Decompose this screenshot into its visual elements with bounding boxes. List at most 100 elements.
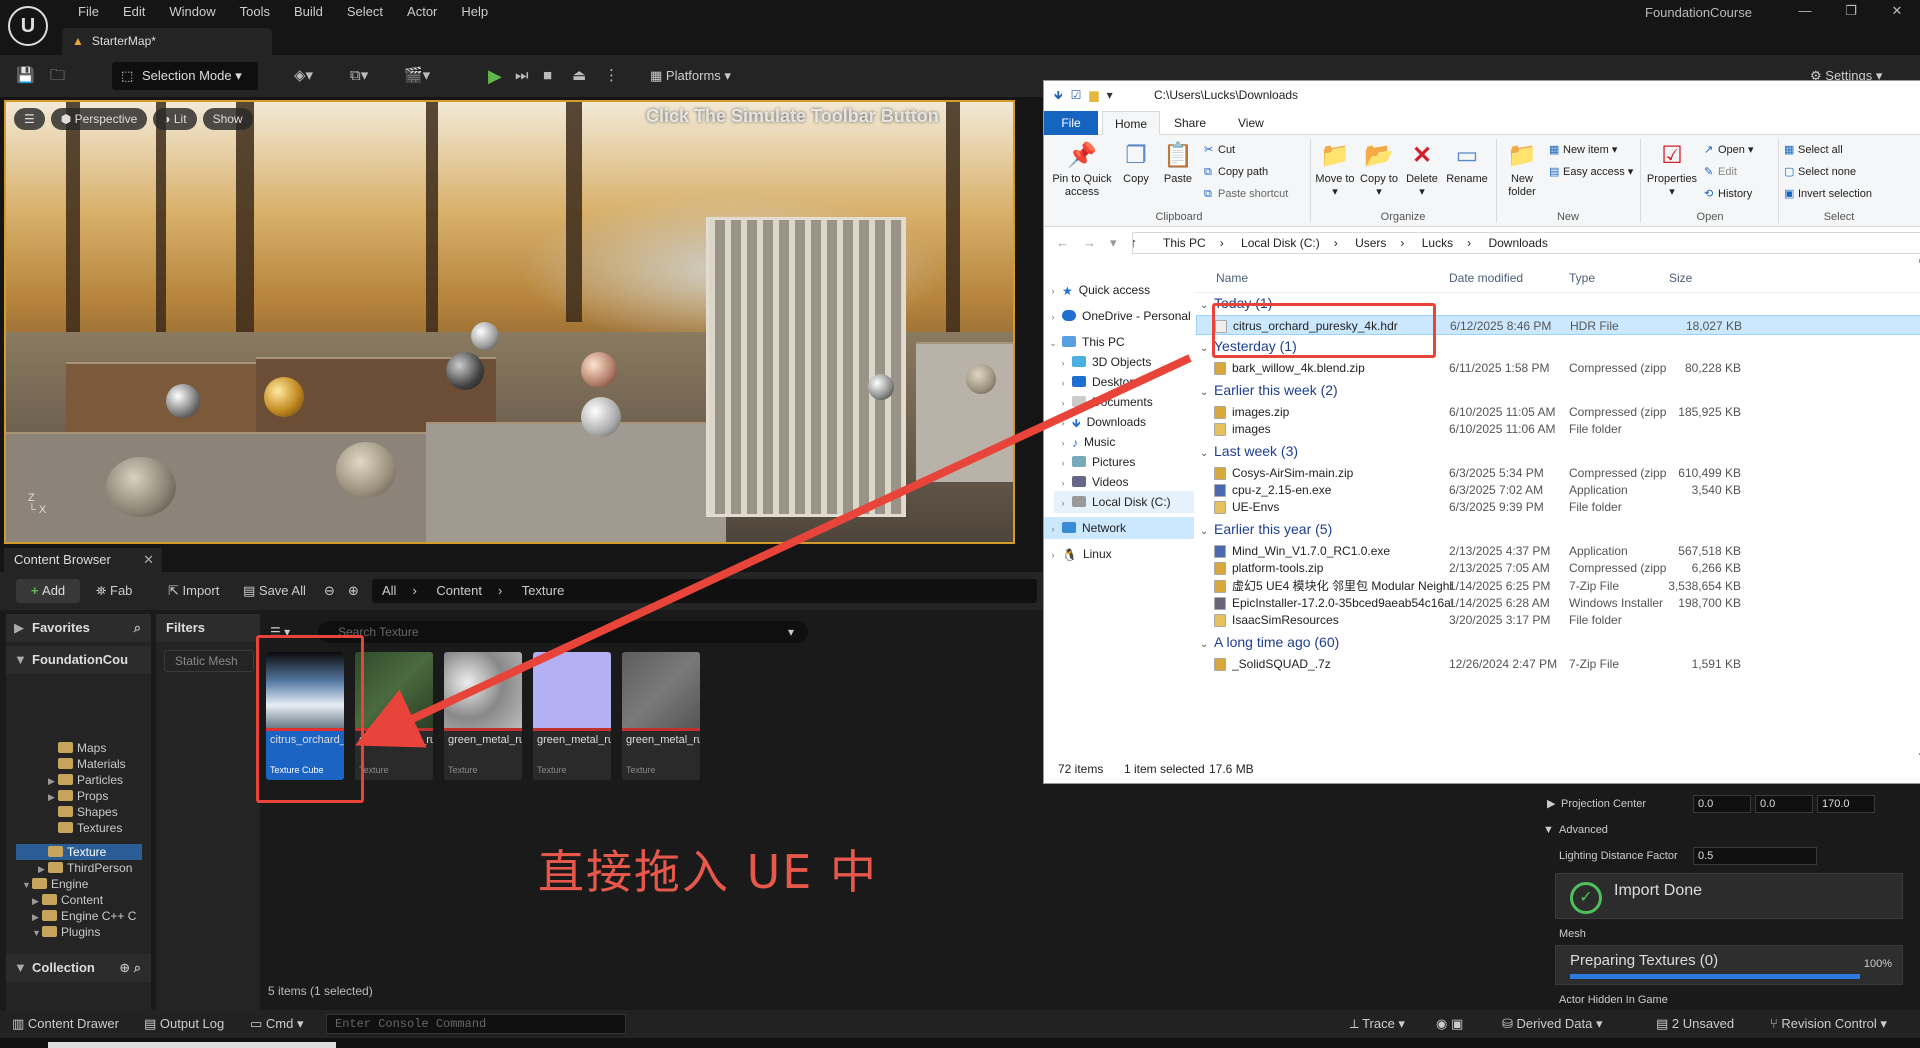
search-texture-input[interactable]: Search Texture <box>318 621 808 643</box>
menu-select[interactable]: Select <box>335 3 395 21</box>
open-button[interactable]: ↗ Open ▾ <box>1704 143 1754 157</box>
column-size[interactable]: Size <box>1669 263 1692 293</box>
path-all[interactable]: All <box>382 583 396 598</box>
import-done-toast[interactable]: ✓ Import Done <box>1555 873 1903 919</box>
revision-control-dropdown[interactable]: ⑂ Revision Control ▾ <box>1770 1010 1887 1038</box>
ribbon-tab-home[interactable]: Home <box>1102 111 1161 135</box>
content-drawer-button[interactable]: ▥ Content Drawer <box>12 1010 119 1038</box>
close-icon[interactable]: ✕ <box>143 548 154 572</box>
trace-dropdown[interactable]: ⟂ Trace ▾ <box>1350 1010 1405 1038</box>
level-tab[interactable]: ▲ StarterMap* <box>62 28 272 55</box>
more-options-icon[interactable]: ⋮ <box>604 65 619 87</box>
copy-to-button[interactable]: 📂 Copy to ▾ <box>1358 141 1400 199</box>
properties-check-icon[interactable]: ☑ <box>1071 81 1082 109</box>
copy-path-button[interactable]: ⧉ Copy path <box>1204 165 1268 179</box>
blueprint-icon[interactable]: ⧉▾ <box>350 65 368 87</box>
unsaved-button[interactable]: ▤ 2 Unsaved <box>1656 1010 1734 1038</box>
save-icon[interactable]: 💾 <box>16 65 35 87</box>
asset-tile[interactable]: green_metal_rust_disp_4k Texture <box>444 652 522 780</box>
rename-button[interactable]: ▭ Rename <box>1444 141 1490 186</box>
history-button[interactable]: ⟲ History <box>1704 187 1752 201</box>
move-to-button[interactable]: 📁 Move to ▾ <box>1314 141 1356 199</box>
ribbon-tab-file[interactable]: File <box>1044 111 1098 135</box>
menu-window[interactable]: Window <box>157 3 227 21</box>
sphere-actor[interactable] <box>446 352 484 390</box>
crumb-lucks[interactable]: Lucks <box>1422 236 1453 250</box>
file-row[interactable]: bark_willow_4k.blend.zip 6/11/2025 1:58 P… <box>1196 358 1920 378</box>
easy-access-button[interactable]: ▤ Easy access ▾ <box>1549 165 1633 179</box>
path-content[interactable]: Content <box>436 583 482 598</box>
projection-y-input[interactable]: 0.0 <box>1755 795 1813 813</box>
play-icon[interactable]: ▶ <box>488 65 502 87</box>
level-viewport[interactable]: ☰ ⬢ Perspective ◑ Lit Show Click The Sim… <box>4 100 1015 544</box>
sphere-actor[interactable] <box>166 384 200 418</box>
sphere-actor[interactable] <box>581 352 617 388</box>
nav-3d-objects[interactable]: › 3D Objects <box>1054 351 1204 373</box>
asset-tile[interactable]: green_metal_rust_rough_4k Texture <box>622 652 700 780</box>
unreal-logo-icon[interactable]: U <box>8 6 48 46</box>
history-forward-icon[interactable]: ⊕ <box>348 579 359 603</box>
derived-data-dropdown[interactable]: ⛁ Derived Data ▾ <box>1502 1010 1603 1038</box>
sphere-actor[interactable] <box>581 397 621 437</box>
new-item-button[interactable]: ▦ New item ▾ <box>1549 143 1617 157</box>
path-texture[interactable]: Texture <box>522 583 565 598</box>
tree-item-materials[interactable]: Materials <box>58 756 126 772</box>
paste-button[interactable]: 📋 Paste <box>1158 141 1198 186</box>
nav-this-pc[interactable]: ⌄ This PC <box>1044 331 1194 353</box>
file-row[interactable]: UE-Envs 6/3/2025 9:39 PM File folder <box>1196 497 1920 517</box>
tree-item-engine-content[interactable]: ▶ Content <box>32 892 103 908</box>
selection-mode-dropdown[interactable]: ⬚ Selection Mode ▾ <box>112 62 258 90</box>
static-mesh-filter[interactable]: Static Mesh <box>164 650 254 672</box>
back-arrow-icon[interactable]: ← <box>1056 235 1083 250</box>
menu-tools[interactable]: Tools <box>228 3 282 21</box>
address-breadcrumb[interactable]: This PC › Local Disk (C:) › Users › Lucks › … <box>1132 232 1920 254</box>
asset-tile[interactable]: green_metal_rust_diff_4k Texture <box>355 652 433 780</box>
sphere-actor[interactable] <box>868 374 894 400</box>
tree-item-texture[interactable]: Texture <box>48 844 106 860</box>
menu-help[interactable]: Help <box>449 3 500 21</box>
asset-tile[interactable]: green_metal_rust_nor_gl_4k Texture <box>533 652 611 780</box>
chevron-down-icon[interactable]: ▾ <box>1110 235 1131 250</box>
nav-network[interactable]: › Network <box>1044 517 1194 539</box>
minimize-icon[interactable]: — <box>1782 0 1828 22</box>
nav-videos[interactable]: › Videos <box>1054 471 1204 493</box>
projection-x-input[interactable]: 0.0 <box>1693 795 1751 813</box>
delete-button[interactable]: ✕ Delete ▾ <box>1402 141 1442 199</box>
add-search-icon[interactable]: ⊕ ⌕ <box>119 954 141 982</box>
rock-actor[interactable] <box>966 364 996 394</box>
viewport-menu-button[interactable]: ☰ <box>14 108 45 130</box>
house-structure[interactable] <box>706 217 906 517</box>
select-none-button[interactable]: ▢ Select none <box>1784 165 1856 179</box>
project-root-section[interactable]: ▼ FoundationCou <box>6 646 151 674</box>
cmd-dropdown[interactable]: ▭ Cmd ▾ <box>250 1010 304 1038</box>
column-name[interactable]: Name <box>1216 263 1248 293</box>
nav-quick-access[interactable]: › ★ Quick access <box>1044 279 1194 301</box>
sphere-actor[interactable] <box>471 322 499 350</box>
edit-button[interactable]: ✎ Edit <box>1704 165 1737 179</box>
tree-item-maps[interactable]: Maps <box>58 740 106 756</box>
menu-file[interactable]: File <box>66 3 111 21</box>
nav-documents[interactable]: › Documents <box>1054 391 1204 413</box>
stop-icon[interactable]: ■ <box>543 65 552 87</box>
nav-onedrive[interactable]: › OneDrive - Personal <box>1044 305 1194 327</box>
step-icon[interactable]: ⏭ <box>515 65 529 87</box>
menu-build[interactable]: Build <box>282 3 335 21</box>
close-icon[interactable]: ✕ <box>1874 0 1920 22</box>
save-all-button[interactable]: ▤ Save All <box>243 579 306 603</box>
down-arrow-icon[interactable]: 🡻 <box>1054 81 1063 109</box>
lit-button[interactable]: ◑ Lit <box>153 108 197 130</box>
tree-item-textures[interactable]: Textures <box>58 820 122 836</box>
forward-arrow-icon[interactable]: → <box>1083 235 1110 250</box>
crumb-this-pc[interactable]: This PC <box>1163 236 1206 250</box>
file-row[interactable]: images 6/10/2025 11:06 AM File folder <box>1196 419 1920 439</box>
copy-button[interactable]: ❐ Copy <box>1116 141 1156 186</box>
record-icon[interactable]: ◉ ▣ <box>1436 1010 1463 1038</box>
ribbon-tab-view[interactable]: View <box>1226 111 1276 135</box>
new-folder-icon[interactable]: ▆ <box>1089 81 1098 109</box>
browse-icon[interactable]: 🗀 <box>50 65 65 87</box>
column-date-modified[interactable]: Date modified <box>1449 263 1523 293</box>
file-group-header[interactable]: ⌄ Earlier this week (2) <box>1200 380 1338 400</box>
nav-pictures[interactable]: › Pictures <box>1054 451 1204 473</box>
tree-item-engine-cpp[interactable]: ▶ Engine C++ C <box>32 908 136 924</box>
lighting-distance-input[interactable]: 0.5 <box>1693 847 1817 865</box>
